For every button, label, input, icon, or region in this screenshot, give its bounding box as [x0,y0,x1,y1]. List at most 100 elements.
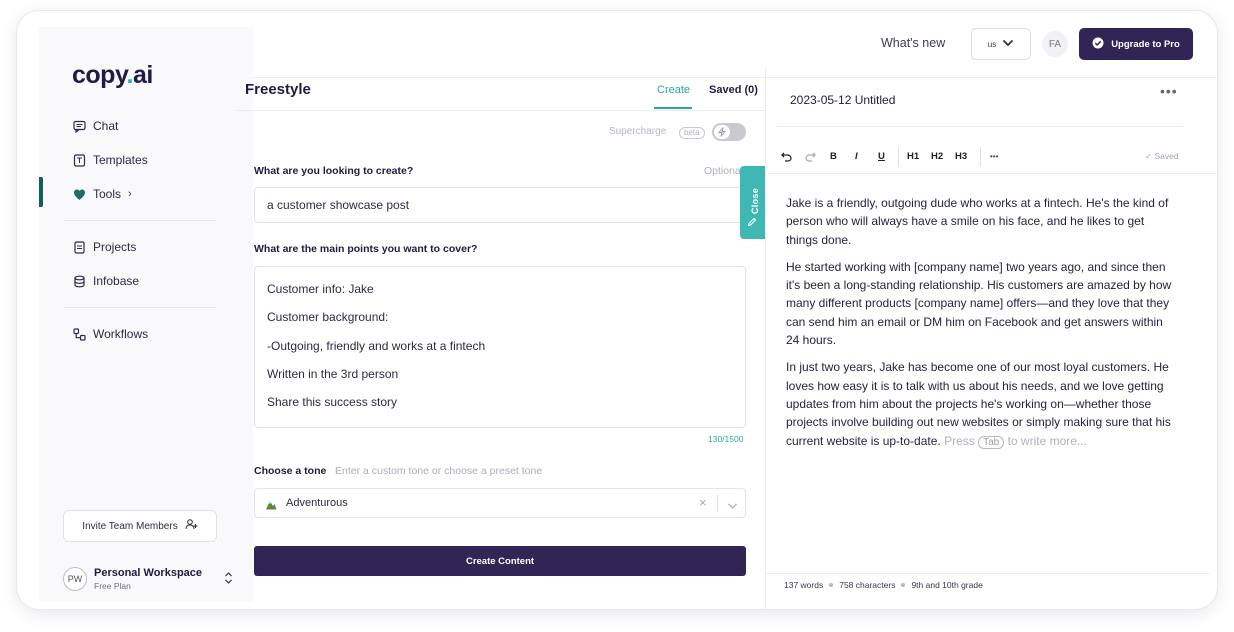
workflows-icon [72,327,86,341]
workspace-switcher[interactable]: PW Personal Workspace Free Plan [63,563,233,595]
undo-icon[interactable] [781,147,792,165]
sidebar-item-tools[interactable]: Tools › [72,184,132,204]
document-paragraph: Jake is a friendly, outgoing dude who wo… [786,196,1169,247]
create-input[interactable]: a customer showcase post [254,187,746,223]
close-panel-tab[interactable]: Close [740,166,765,239]
sidebar-item-projects[interactable]: Projects [72,237,136,257]
beta-badge: beta [679,127,705,139]
adventurous-emoji-icon [265,497,277,515]
character-counter: 130/1500 [708,434,744,444]
active-tab-underline [654,107,692,109]
sidebar-item-label: Workflows [93,327,149,341]
create-field-label: What are you looking to create? [254,165,414,177]
optional-label: Optional [704,165,744,177]
redo-icon[interactable] [805,147,816,165]
close-label: Close [750,187,761,215]
infobase-icon [72,274,86,288]
tone-select[interactable]: Adventurous × [254,488,746,518]
upgrade-to-pro-button[interactable]: Upgrade to Pro [1079,28,1193,60]
bold-button[interactable]: B [830,147,837,165]
sidebar-item-label: Templates [93,153,148,167]
sidebar-item-chat[interactable]: Chat [72,116,118,136]
sidebar: copy.ai Chat Templates Tools › Projects … [39,27,253,602]
sidebar-item-workflows[interactable]: Workflows [72,324,148,344]
hint-press: Press [944,433,975,448]
workspace-name: Personal Workspace [94,567,203,579]
reading-grade: 9th and 10th grade [911,580,983,590]
saved-label: Saved [1154,151,1179,161]
toolbar-divider [766,173,1217,174]
document-body[interactable]: Jake is a friendly, outgoing dude who wo… [786,194,1178,461]
main-points-textarea[interactable]: Customer info: Jake Customer background:… [254,266,746,428]
pencil-icon [747,214,757,232]
user-avatar[interactable]: FA [1042,31,1068,57]
document-title[interactable]: 2023-05-12 Untitled [790,93,895,107]
tone-hint: Enter a custom tone or choose a preset t… [335,465,543,477]
underline-button[interactable]: U [878,147,885,165]
stats-separator [901,583,906,587]
page-title: Freestyle [245,81,311,98]
sidebar-item-label: Projects [93,240,137,254]
textarea-line: -Outgoing, friendly and works at a finte… [267,339,486,353]
app-window: copy.ai Chat Templates Tools › Projects … [17,11,1217,609]
badge-check-icon [1092,37,1104,52]
nav-divider [64,220,216,221]
whats-new-link[interactable]: What's new [881,36,945,50]
word-count: 137 words [784,580,824,590]
textarea-line: Customer background: [267,310,389,324]
sidebar-item-infobase[interactable]: Infobase [72,271,139,291]
document-paragraph: He started working with [company name] t… [786,259,1172,348]
create-content-button[interactable]: Create Content [254,546,746,576]
lightning-icon [714,125,730,139]
more-options-icon[interactable]: ••• [1160,83,1178,99]
sidebar-item-label: Infobase [93,274,140,288]
saved-indicator: ✓ Saved [1145,151,1179,161]
document-stats: 137 words 758 characters 9th and 10th gr… [784,580,983,590]
heading2-button[interactable]: H2 [931,147,943,165]
locale-value: us [987,39,997,49]
select-separator [717,495,718,512]
tab-saved[interactable]: Saved (0) [709,84,758,96]
supercharge-toggle[interactable] [712,123,746,141]
footer-divider [766,573,1210,574]
textarea-line: Customer info: Jake [267,282,374,296]
more-formatting-icon[interactable]: ••• [990,147,998,165]
tone-value: Adventurous [286,497,348,509]
heading3-button[interactable]: H3 [955,147,967,165]
chevron-updown-icon [224,571,233,586]
document-title-divider [777,126,1183,127]
invite-label: Invite Team Members [82,520,178,532]
tab-key-badge: Tab [978,435,1005,449]
nav-divider [64,307,216,308]
sidebar-item-label: Tools [93,187,122,201]
tools-icon [72,187,86,201]
tab-create[interactable]: Create [657,84,690,96]
projects-icon [72,240,86,254]
character-count: 758 characters [839,580,896,590]
hint-rest: to write more... [1007,433,1087,448]
textarea-line: Share this success story [267,395,398,409]
sidebar-item-templates[interactable]: Templates [72,150,148,170]
write-more-hint: Press Tab to write more... [944,433,1087,449]
tone-label: Choose a tone [254,465,327,477]
heading1-button[interactable]: H1 [907,147,919,165]
clear-icon[interactable]: × [699,495,707,510]
logo[interactable]: copy.ai [72,61,153,90]
main-points-label: What are the main points you want to cov… [254,243,478,255]
sidebar-item-label: Chat [93,119,119,133]
stats-separator [829,583,834,587]
templates-icon [72,153,86,167]
toolbar-separator [980,147,981,167]
textarea-line: Written in the 3rd person [267,367,399,381]
active-nav-indicator [39,177,43,207]
chevron-down-icon[interactable] [727,497,738,515]
upgrade-label: Upgrade to Pro [1111,38,1180,50]
topbar-divider [253,77,1217,78]
add-user-icon [185,519,198,533]
supercharge-label: Supercharge [609,126,667,137]
invite-team-members-button[interactable]: Invite Team Members [63,510,217,542]
italic-button[interactable]: I [855,147,858,165]
chat-icon [72,119,86,133]
chevron-down-icon [1002,39,1014,49]
locale-select[interactable]: us [971,28,1031,60]
